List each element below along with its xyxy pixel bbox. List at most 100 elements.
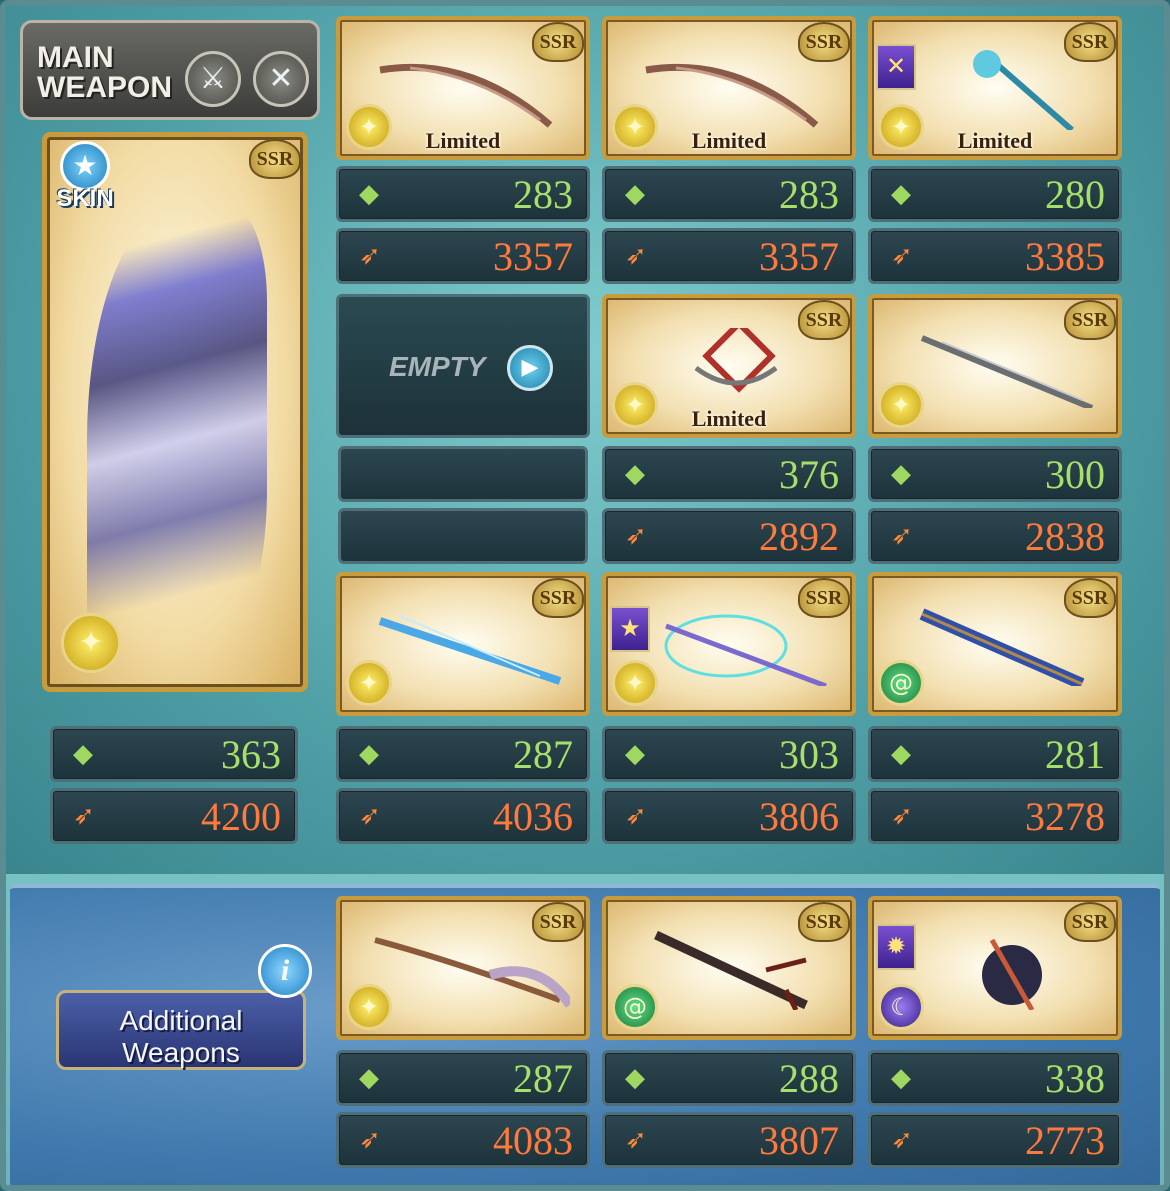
hp-icon: ◆ [359,739,379,769]
hp-icon: ◆ [625,459,645,489]
hp-icon: ◆ [891,739,911,769]
slot-1-hp-bar: ◆ 283 [336,166,590,222]
atk-icon: ➶ [73,801,95,831]
light-element-icon: ✦ [612,660,658,706]
slot-1-hp-value: 283 [513,172,573,217]
atk-icon: ➶ [625,1125,647,1155]
main-weapon-label-line1: MAIN [37,41,114,74]
slot-7-atk-bar: ➶ 4036 [336,788,590,844]
additional-label-line2: Weapons [122,1037,240,1068]
limited-label: Limited [425,128,501,153]
additional-3-hp-bar: ◆ 338 [868,1050,1122,1106]
additional-3-hp-value: 338 [1045,1056,1105,1101]
slot-9-hp-bar: ◆ 281 [868,726,1122,782]
ssr-rarity-badge: SSR [532,22,584,62]
weapon-art [654,930,808,1010]
main-weapon-hp-value: 363 [221,732,281,777]
weapon-slot-2[interactable]: SSR ✦ Limited [602,16,856,160]
light-element-icon: ✦ [61,613,121,673]
additional-1-atk-value: 4083 [493,1118,573,1163]
atk-icon: ➶ [359,801,381,831]
crossed-swords-icon: ✕ [253,51,309,107]
additional-1-atk-bar: ➶ 4083 [336,1112,590,1168]
slot-6-atk-bar: ➶ 2838 [868,508,1122,564]
hp-icon: ◆ [625,739,645,769]
hp-icon: ◆ [625,179,645,209]
additional-slot-2[interactable]: SSR @ [602,896,856,1040]
info-icon[interactable]: i [258,944,312,998]
wind-element-icon: @ [612,984,658,1030]
slot-1-atk-value: 3357 [493,234,573,279]
weapon-slot-9[interactable]: SSR @ [868,572,1122,716]
limited-label: Limited [691,128,767,153]
sword-shield-icon: ⚔ [185,51,241,107]
ssr-rarity-badge: SSR [798,22,850,62]
slot-1-atk-bar: ➶ 3357 [336,228,590,284]
ssr-rarity-badge: SSR [1064,578,1116,618]
main-weapon-atk-bar: ➶ 4200 [50,788,298,844]
ssr-rarity-badge: SSR [1064,902,1116,942]
slot-6-atk-value: 2838 [1025,514,1105,559]
weapon-slot-8[interactable]: ★ SSR ✦ [602,572,856,716]
slot-7-hp-bar: ◆ 287 [336,726,590,782]
atk-icon: ➶ [625,801,647,831]
slot-8-atk-bar: ➶ 3806 [602,788,856,844]
additional-slot-3[interactable]: ✹ SSR ☾ [868,896,1122,1040]
weapon-slot-1[interactable]: SSR ✦ Limited [336,16,590,160]
hp-icon: ◆ [359,1063,379,1093]
slot-9-atk-bar: ➶ 3278 [868,788,1122,844]
skin-star-icon: ★ [60,141,110,191]
additional-2-hp-value: 288 [779,1056,839,1101]
ssr-rarity-badge: SSR [1064,300,1116,340]
weapon-art [664,614,827,686]
slot-3-hp-bar: ◆ 280 [868,166,1122,222]
weapon-slot-6[interactable]: SSR ✦ [868,294,1122,438]
light-element-icon: ✦ [346,660,392,706]
hp-icon: ◆ [359,179,379,209]
slot-3-hp-value: 280 [1045,172,1105,217]
atk-icon: ➶ [359,1125,381,1155]
ssr-rarity-badge: SSR [798,300,850,340]
weapon-grid-screen: MAIN WEAPON ⚔ ✕ ★ SKIN SSR ✦ ◆ 363 ➶ 420… [0,0,1170,1191]
weapon-art [694,328,778,393]
slot-5-hp-value: 376 [779,452,839,497]
additional-2-atk-bar: ➶ 3807 [602,1112,856,1168]
additional-3-atk-value: 2773 [1025,1118,1105,1163]
slot-6-hp-value: 300 [1045,452,1105,497]
empty-weapon-slot[interactable]: EMPTY ▶ [336,294,590,438]
weapon-slot-7[interactable]: SSR ✦ [336,572,590,716]
main-weapon-hp-bar: ◆ 363 [50,726,298,782]
slot-2-atk-value: 3357 [759,234,839,279]
weapon-slot-5[interactable]: SSR ✦ Limited [602,294,856,438]
weapon-art [920,335,1094,408]
weapon-art [982,938,1042,1010]
additional-3-atk-bar: ➶ 2773 [868,1112,1122,1168]
limited-label: Limited [957,128,1033,153]
slot-6-hp-bar: ◆ 300 [868,446,1122,502]
additional-1-hp-bar: ◆ 287 [336,1050,590,1106]
slot-7-atk-value: 4036 [493,794,573,839]
main-weapon-card[interactable]: ★ SKIN SSR ✦ [42,132,308,692]
empty-slot-hp-bar [338,446,588,502]
slot-9-hp-value: 281 [1045,732,1105,777]
weapon-art [379,63,553,128]
slot-9-atk-value: 3278 [1025,794,1105,839]
empty-slot-atk-bar [338,508,588,564]
slot-8-hp-bar: ◆ 303 [602,726,856,782]
atk-icon: ➶ [891,521,913,551]
wind-element-icon: @ [878,660,924,706]
crossed-swords-icon: ✕ [876,44,916,90]
dark-element-icon: ☾ [878,984,924,1030]
additional-1-hp-value: 287 [513,1056,573,1101]
main-weapon-atk-value: 4200 [201,794,281,839]
atk-icon: ➶ [891,241,913,271]
weapon-slot-3[interactable]: ✕ SSR ✦ Limited [868,16,1122,160]
play-arrow-icon: ▶ [507,345,553,391]
atk-icon: ➶ [891,801,913,831]
atk-icon: ➶ [891,1125,913,1155]
light-element-icon: ✦ [878,382,924,428]
weapon-art [973,50,1074,130]
skin-badge[interactable]: ★ SKIN [49,141,121,221]
hp-icon: ◆ [73,739,93,769]
additional-slot-1[interactable]: SSR ✦ [336,896,590,1040]
